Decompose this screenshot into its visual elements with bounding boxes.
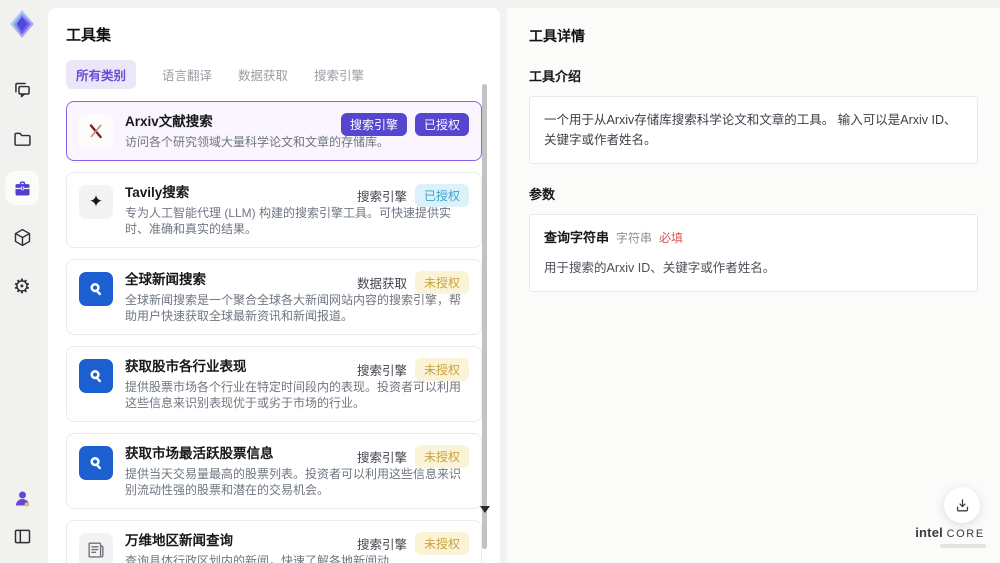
- folder-icon: [13, 132, 31, 146]
- intro-box: 一个用于从Arxiv存储库搜索科学论文和文章的工具。 输入可以是Arxiv ID…: [529, 96, 978, 164]
- category-label: 搜索引擎: [356, 451, 407, 465]
- sidebar-nav: ⚙: [9, 77, 35, 299]
- tool-card-stock-sectors[interactable]: 获取股市各行业表现 提供股票市场各个行业在特定时间段内的表现。投资者可以利用这些…: [66, 346, 482, 422]
- scroll-down-indicator[interactable]: [480, 506, 490, 513]
- sidebar-item-models[interactable]: [9, 224, 35, 250]
- tool-card-tavily[interactable]: ✦ Tavily搜索 专为人工智能代理 (LLM) 构建的搜索引擎工具。可快速提…: [66, 172, 482, 248]
- user-avatar-button[interactable]: [9, 485, 35, 511]
- sidebar-item-toolbox[interactable]: [9, 175, 35, 201]
- intro-text: 一个用于从Arxiv存储库搜索科学论文和文章的工具。 输入可以是Arxiv ID…: [544, 113, 957, 147]
- toolbox-icon: [15, 181, 29, 195]
- param-name: 查询字符串: [544, 230, 610, 245]
- brand-core-text: core: [946, 528, 985, 540]
- tool-description: 专为人工智能代理 (LLM) 构建的搜索引擎工具。可快速提供实时、准确和真实的结…: [125, 206, 452, 236]
- tool-card-global-news[interactable]: 全球新闻搜索 全球新闻搜索是一个聚合全球各大新闻网站内容的搜索引擎，帮助用户快速…: [66, 259, 482, 335]
- user-avatar-icon: [15, 491, 29, 507]
- category-badge: 搜索引擎: [340, 113, 407, 136]
- app-logo: [7, 9, 37, 39]
- tool-description: 提供当天交易量最高的股票列表。投资者可以利用这些信息来识别流动性强的股票和潜在的…: [125, 467, 462, 497]
- category-label: 搜索引擎: [356, 190, 407, 204]
- tool-description: 访问各个研究领域大量科学论文和文章的存储库。: [125, 135, 390, 149]
- cube-icon: [14, 228, 30, 246]
- gem-logo-icon: [10, 10, 34, 38]
- tab-search-engine[interactable]: 搜索引擎: [314, 65, 364, 84]
- sidebar-item-files[interactable]: [9, 126, 35, 152]
- download-button[interactable]: [944, 487, 980, 523]
- collapse-panel-icon: [14, 529, 30, 543]
- tool-list: Arxiv文献搜索 访问各个研究领域大量科学论文和文章的存储库。 搜索引擎 已授…: [66, 101, 482, 563]
- intel-core-logo: intel core: [912, 525, 988, 548]
- status-badge: 未授权: [414, 445, 469, 468]
- newspaper-icon: [79, 533, 113, 563]
- param-box: 查询字符串 字符串 必填 用于搜索的Arxiv ID、关键字或作者姓名。: [529, 214, 978, 292]
- params-heading: 参数: [529, 187, 556, 202]
- intro-heading: 工具介绍: [529, 69, 582, 84]
- blue-search-icon: [79, 446, 113, 480]
- param-required-flag: 必填: [659, 231, 684, 245]
- blue-search-icon: [79, 359, 113, 393]
- status-badge: 未授权: [414, 532, 469, 555]
- status-badge: 未授权: [414, 271, 469, 294]
- sidebar-bottom: [9, 485, 35, 549]
- four-point-star-icon: ✦: [79, 185, 113, 219]
- category-label: 数据获取: [356, 277, 407, 291]
- tool-card-active-stocks[interactable]: 获取市场最活跃股票信息 提供当天交易量最高的股票列表。投资者可以利用这些信息来识…: [66, 433, 482, 509]
- sidebar-item-chat[interactable]: [9, 77, 35, 103]
- category-label: 搜索引擎: [356, 364, 407, 378]
- status-badge: 未授权: [414, 358, 469, 381]
- scrollbar-thumb[interactable]: [482, 84, 487, 549]
- collapse-panel-button[interactable]: [9, 523, 35, 549]
- tab-data-fetch[interactable]: 数据获取: [238, 65, 288, 84]
- tool-card-arxiv[interactable]: Arxiv文献搜索 访问各个研究领域大量科学论文和文章的存储库。 搜索引擎 已授…: [66, 101, 482, 161]
- brand-intel-text: intel: [915, 525, 943, 540]
- blue-search-icon: [79, 272, 113, 306]
- param-type: 字符串: [616, 231, 653, 245]
- status-badge: 已授权: [414, 184, 469, 207]
- category-tabs: 所有类别 语言翻译 数据获取 搜索引擎: [66, 60, 482, 89]
- toolbox-panel: 工具集 所有类别 语言翻译 数据获取 搜索引擎 Arxiv文献搜索 访问各个研究…: [48, 8, 500, 563]
- details-title: 工具详情: [529, 28, 585, 44]
- tool-description: 全球新闻搜索是一个聚合全球各大新闻网站内容的搜索引擎，帮助用户快速获取全球最新资…: [125, 293, 462, 323]
- sidebar: ⚙: [0, 0, 44, 563]
- download-icon: [956, 498, 968, 511]
- list-scrollbar: [482, 84, 487, 549]
- sidebar-item-settings[interactable]: ⚙: [9, 273, 35, 299]
- chat-icon: [14, 82, 30, 97]
- category-label: 搜索引擎: [356, 538, 407, 552]
- status-badge: 已授权: [414, 113, 469, 136]
- tab-language-translation[interactable]: 语言翻译: [162, 65, 212, 84]
- tool-card-regional-news[interactable]: 万维地区新闻查询 查询具体行政区划内的新闻，快速了解各地新闻动 搜索引擎 未授权: [66, 520, 482, 563]
- settings-icon: ⚙: [13, 274, 31, 298]
- brand-sub-bar: [940, 544, 986, 548]
- page-title: 工具集: [66, 27, 112, 44]
- tab-all-categories[interactable]: 所有类别: [66, 60, 137, 89]
- tool-description: 提供股票市场各个行业在特定时间段内的表现。投资者可以利用这些信息来识别表现优于或…: [125, 380, 462, 410]
- arxiv-x-icon: [79, 114, 113, 148]
- param-description: 用于搜索的Arxiv ID、关键字或作者姓名。: [544, 260, 776, 275]
- tool-details-panel: 工具详情 工具介绍 一个用于从Arxiv存储库搜索科学论文和文章的工具。 输入可…: [507, 8, 1000, 563]
